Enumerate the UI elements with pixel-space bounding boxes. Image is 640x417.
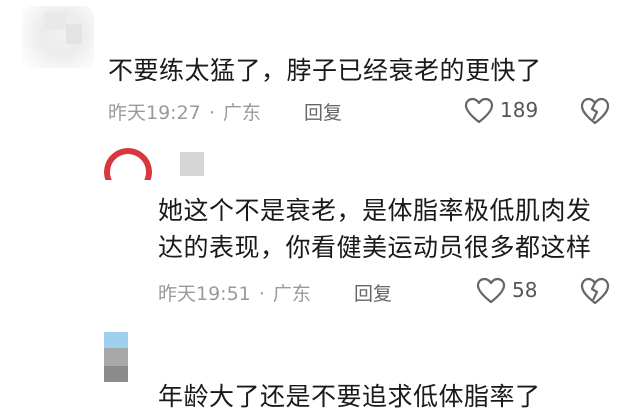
avatar-blur-block (44, 12, 66, 30)
avatar[interactable] (104, 148, 152, 180)
avatar-inner (114, 158, 142, 180)
comment-location: 广东 (272, 283, 311, 305)
comment-text-line: 达的表现，你看健美运动员很多都这样 (158, 233, 592, 262)
comment-meta: 昨天19:27 · 广东 (108, 98, 261, 125)
avatar-blur-block (66, 24, 82, 44)
avatar-blur-block (104, 348, 128, 366)
meta-separator: · (258, 283, 265, 305)
comment-text: 年龄大了还是不要追求低体脂率了 (158, 382, 541, 411)
avatar-blur-block (104, 366, 128, 382)
heart-icon (476, 277, 506, 304)
comment-time: 昨天19:51 (158, 283, 251, 305)
broken-heart-icon[interactable] (580, 97, 610, 125)
heart-icon (464, 97, 494, 124)
like-count: 189 (500, 98, 539, 122)
avatar[interactable] (104, 332, 128, 382)
like-button[interactable]: 189 (464, 96, 554, 126)
broken-heart-icon[interactable] (580, 277, 610, 305)
comment-thread: 不要练太猛了，脖子已经衰老的更快了 昨天19:27 · 广东 回复 189 她这… (0, 0, 640, 417)
reply-button[interactable]: 回复 (354, 279, 392, 306)
like-button[interactable]: 58 (476, 276, 556, 306)
meta-separator: · (208, 102, 215, 124)
comment-text: 不要练太猛了，脖子已经衰老的更快了 (108, 56, 542, 85)
comment-text-line: 她这个不是衰老，是体脂率极低肌肉发 (158, 196, 592, 225)
reply-button[interactable]: 回复 (304, 98, 342, 125)
comment-location: 广东 (222, 102, 261, 124)
like-count: 58 (512, 278, 538, 302)
avatar[interactable] (22, 6, 94, 68)
comment-time: 昨天19:27 (108, 102, 201, 124)
username-blur[interactable] (180, 152, 204, 176)
comment-meta: 昨天19:51 · 广东 (158, 279, 311, 306)
avatar-blur-block (104, 332, 128, 348)
